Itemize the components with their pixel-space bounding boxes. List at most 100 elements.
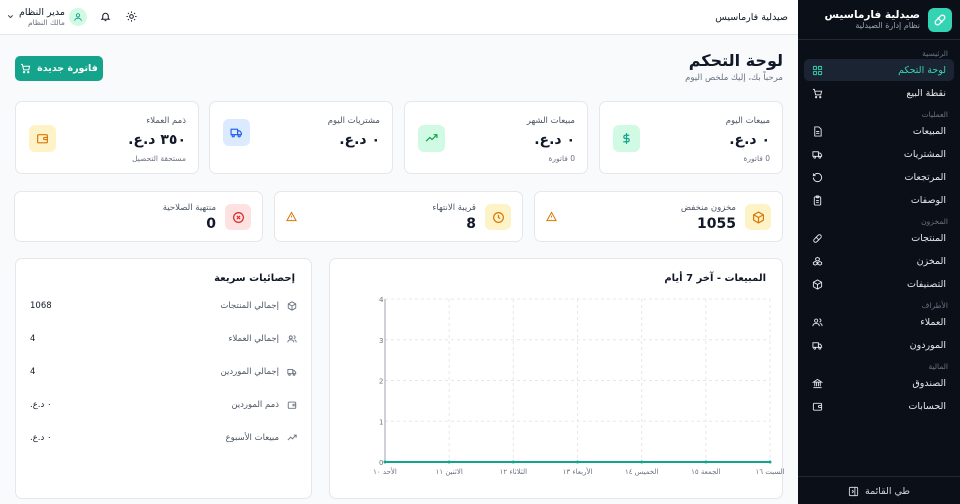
- brand: صيدلية فارماسيس نظام إدارة الصيدلية: [798, 0, 960, 40]
- alert-card-low-stock: مخزون منخفض 1055: [534, 191, 783, 242]
- stat-label: مبيعات اليوم: [725, 116, 770, 126]
- collapse-label: طي القائمة: [865, 486, 910, 497]
- users-icon: [812, 317, 823, 326]
- alert-card-expired: منتهية الصلاحية 0: [14, 191, 263, 242]
- stat-label: ذمم العملاء: [146, 116, 186, 126]
- x-tick-label: السبت ١٦: [755, 468, 784, 476]
- page-title: لوحة التحكم: [688, 51, 783, 70]
- alert-value: 1055: [697, 216, 736, 232]
- pill-icon: [813, 233, 822, 243]
- quick-stat-label: مبيعات الأسبوع: [225, 433, 279, 443]
- sun-icon: [126, 11, 137, 23]
- y-tick-label: 1: [379, 418, 383, 426]
- user-icon: [74, 13, 82, 21]
- y-tick-label: 3: [379, 337, 383, 345]
- quick-stats-title: إحصائيات سريعة: [214, 273, 295, 284]
- quick-stats-card: إحصائيات سريعة إجمالي المنتجات 1068 إجما…: [15, 258, 312, 499]
- alert-value: 0: [206, 216, 216, 232]
- sidebar-item-suppliers[interactable]: الموردون: [804, 334, 954, 356]
- brand-name: صيدلية فارماسيس: [824, 8, 920, 21]
- sales-chart: 0 1 2 3 4 السبت ١٦ الجمعة ١٥ الخميس ١٤ الأربعاء …: [373, 296, 784, 476]
- sidebar-item-warehouse[interactable]: المخزن: [804, 250, 954, 272]
- sidebar-item-accounts[interactable]: الحسابات: [804, 395, 954, 417]
- alert-label: منتهية الصلاحية: [162, 203, 216, 213]
- trending-up-icon: [287, 434, 297, 441]
- package-icon: [812, 278, 823, 290]
- sidebar-item-purchases[interactable]: المشتريات: [804, 143, 954, 165]
- quick-stat-label: إجمالي المنتجات: [220, 301, 279, 311]
- data-point: [383, 460, 387, 464]
- quick-stat-label: إجمالي العملاء: [228, 334, 279, 344]
- dollar-icon: [613, 125, 640, 152]
- section-title-main: الرئيسية: [922, 49, 948, 58]
- user-menu[interactable]: مدير النظام مالك النظام: [6, 7, 87, 27]
- sidebar-item-label: الحسابات: [908, 400, 946, 412]
- sidebar-item-cashbox[interactable]: الصندوق: [804, 372, 954, 394]
- chevron-down-icon: [7, 15, 14, 19]
- file-text-icon: [814, 125, 822, 137]
- quick-stat-label: ذمم الموردين: [231, 400, 279, 410]
- page-subtitle: مرحباً بك، إليك ملخص اليوم: [685, 73, 783, 83]
- sidebar-item-categories[interactable]: التصنيفات: [804, 273, 954, 295]
- data-point: [768, 460, 772, 464]
- topbar: صيدلية فارماسيس مدير النظام مالك النظام: [0, 0, 798, 35]
- x-tick-label: الأربعاء ١٣: [563, 467, 593, 476]
- quick-stat-value: 1068: [30, 301, 52, 311]
- new-invoice-button[interactable]: فاتورة جديدة: [15, 56, 103, 81]
- sidebar-item-pos[interactable]: نقطة البيع: [804, 82, 954, 104]
- stat-note: 0 فاتورة: [548, 154, 575, 163]
- sidebar-item-label: نقطة البيع: [906, 87, 946, 99]
- sidebar-item-returns[interactable]: المرتجعات: [804, 166, 954, 188]
- notifications-button[interactable]: [99, 10, 113, 24]
- stat-value: ٠ د.ع.: [729, 132, 770, 148]
- y-tick-label: 4: [379, 296, 384, 304]
- sidebar-item-label: لوحة التحكم: [898, 64, 946, 76]
- sidebar-item-products[interactable]: المنتجات: [804, 227, 954, 249]
- rotate-ccw-icon: [812, 172, 823, 182]
- data-point: [576, 460, 579, 464]
- user-info: مدير النظام مالك النظام: [19, 7, 65, 27]
- alert-value: 8: [466, 216, 476, 232]
- stat-value: ٠ د.ع.: [339, 132, 380, 148]
- sidebar-item-label: الوصفات: [910, 194, 946, 206]
- quick-stat-value: ٠ د.ع.: [30, 433, 52, 443]
- quick-stat-row: إجمالي المنتجات 1068: [30, 298, 297, 314]
- x-tick-label: الأحد ١٠: [373, 467, 397, 476]
- data-point: [704, 460, 708, 464]
- sidebar-item-sales[interactable]: المبيعات: [804, 120, 954, 142]
- sidebar-item-label: المخزن: [916, 255, 946, 267]
- wallet-icon: [29, 125, 56, 152]
- pill-logo-icon: [928, 7, 952, 32]
- sidebar-item-label: التصنيفات: [906, 278, 946, 290]
- truck-icon: [223, 119, 250, 146]
- sidebar-item-label: الموردون: [909, 339, 946, 351]
- stat-note: مستحقة التحصيل: [132, 154, 186, 163]
- collapse-sidebar-button[interactable]: طي القائمة: [798, 476, 960, 497]
- main-content: لوحة التحكم مرحباً بك، إليك ملخص اليوم ف…: [0, 35, 798, 504]
- clock-icon: [485, 204, 511, 230]
- x-tick-label: الجمعة ١٥: [691, 468, 721, 476]
- quick-stat-label: إجمالي الموردين: [220, 367, 279, 377]
- stat-card-today-purchases: مشتريات اليوم ٠ د.ع.: [209, 101, 393, 174]
- sidebar-item-customers[interactable]: العملاء: [804, 311, 954, 333]
- sidebar-item-label: الصندوق: [912, 377, 946, 389]
- quick-stat-value: 4: [30, 334, 36, 344]
- quick-stat-row: ذمم الموردين ٠ د.ع.: [30, 397, 297, 413]
- stat-label: مشتريات اليوم: [327, 116, 380, 126]
- sidebar-item-dashboard[interactable]: لوحة التحكم: [804, 59, 954, 81]
- alert-label: قريبة الانتهاء: [432, 203, 476, 213]
- x-tick-label: الثلاثاء ١٢: [500, 468, 528, 476]
- package-icon: [287, 301, 297, 311]
- new-invoice-label: فاتورة جديدة: [37, 63, 98, 74]
- sidebar-item-prescriptions[interactable]: الوصفات: [804, 189, 954, 211]
- bell-icon: [101, 13, 111, 22]
- sidebar-nav: الرئيسية لوحة التحكم نقطة البيع العمليات…: [798, 40, 960, 422]
- sales-chart-card: المبيعات - آخر 7 أيام 0 1 2 3 4 السبت ١٦ الجمع…: [329, 258, 784, 499]
- topbar-actions: مدير النظام مالك النظام: [6, 7, 139, 27]
- warning-icon: [286, 211, 297, 222]
- section-title-parties: الأطراف: [921, 301, 948, 310]
- warning-icon: [546, 211, 557, 222]
- stat-note: 0 فاتورة: [743, 154, 770, 163]
- theme-toggle-button[interactable]: [125, 10, 139, 24]
- truck-icon: [812, 341, 823, 350]
